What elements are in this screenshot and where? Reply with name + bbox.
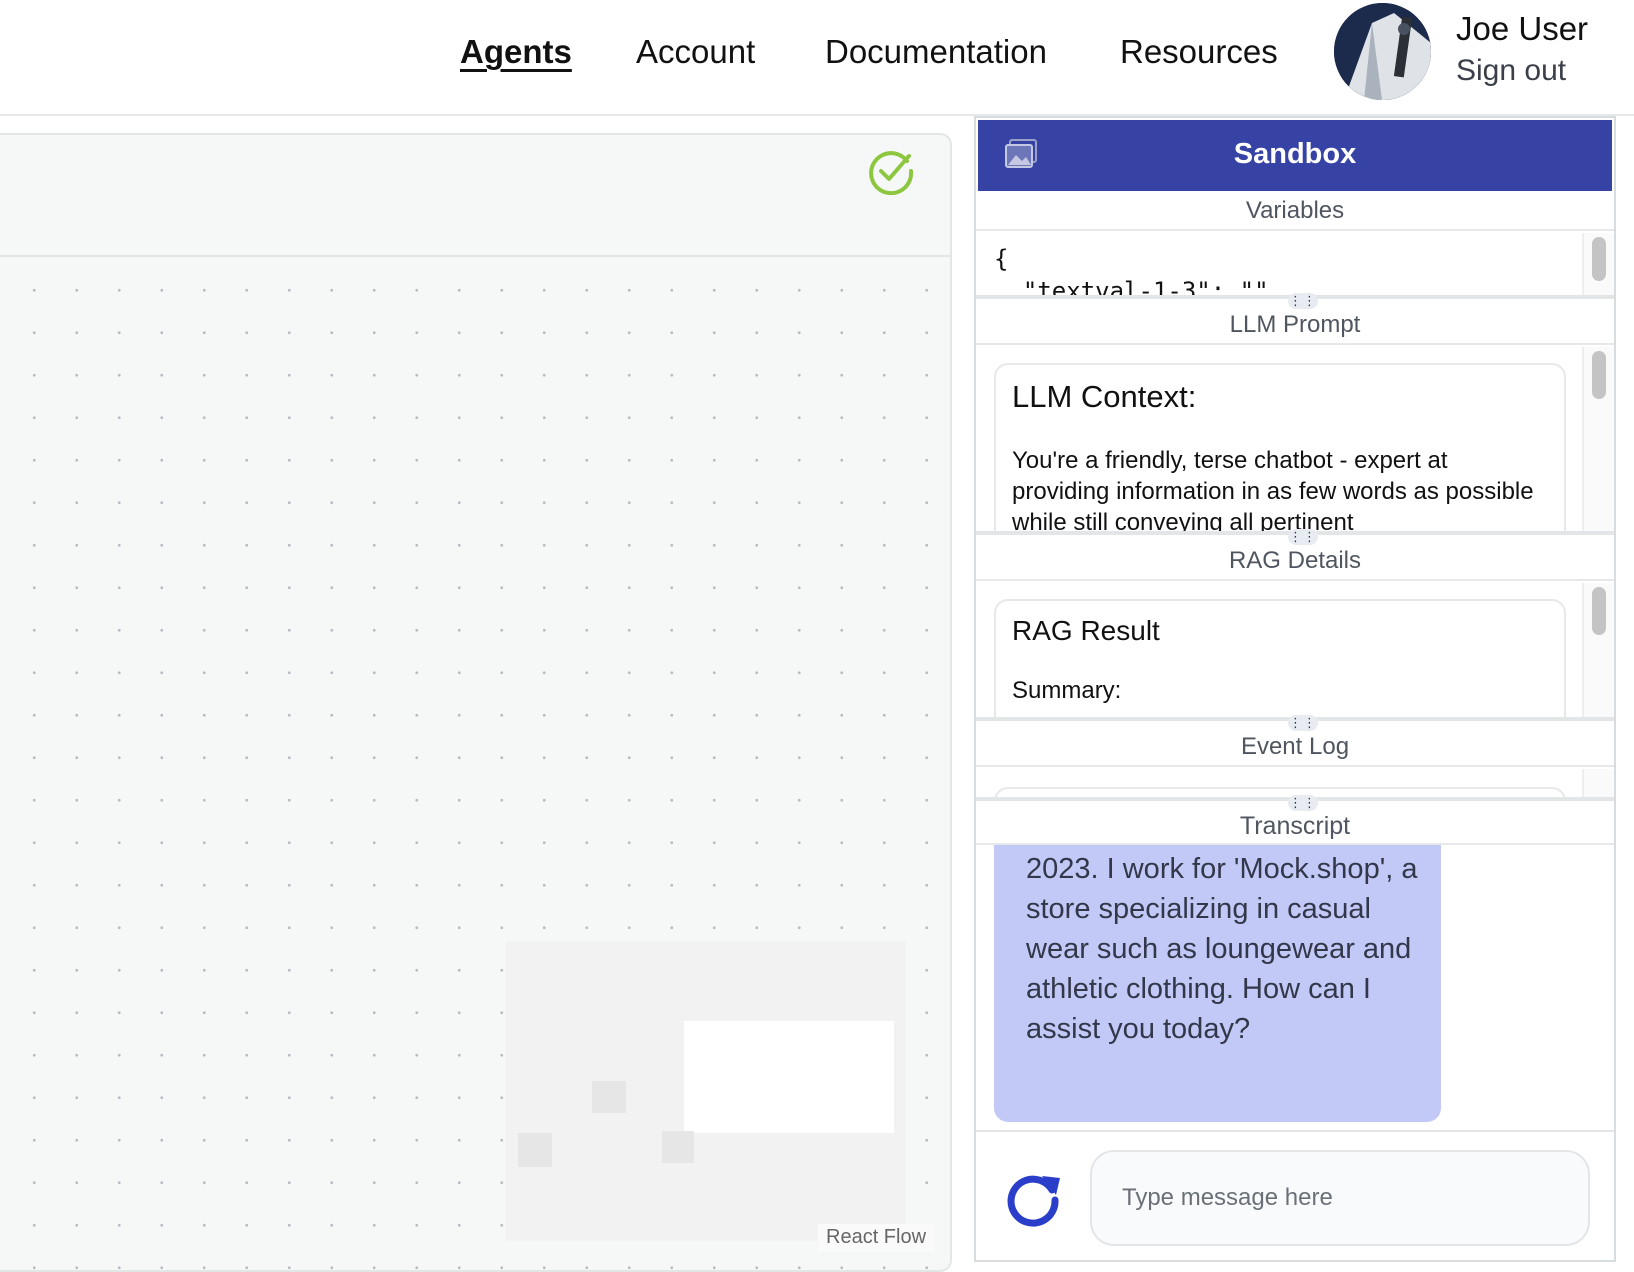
sandbox-header: Sandbox (978, 120, 1612, 191)
minimap-node (518, 1133, 552, 1167)
llm-prompt-section: LLM Prompt LLM Context: You're a friendl… (976, 305, 1614, 535)
refresh-icon[interactable] (1004, 1168, 1064, 1228)
llm-context-body: You're a friendly, terse chatbot - exper… (1012, 447, 1534, 535)
sandbox-panel: Sandbox Variables { "textval-1-3": "" ⋮⋮… (974, 116, 1616, 1262)
message-input-bar (976, 1130, 1614, 1260)
llm-context-card: LLM Context: You're a friendly, terse ch… (994, 363, 1566, 535)
rag-details-title: RAG Details (976, 541, 1614, 581)
avatar[interactable] (1334, 3, 1431, 100)
flow-canvas[interactable]: React Flow (0, 133, 952, 1272)
sign-out-link[interactable]: Sign out (1456, 54, 1566, 88)
transcript-title: Transcript (976, 807, 1614, 845)
resize-handle[interactable]: ⋮⋮ (1288, 795, 1318, 811)
variables-line: "textval-1-3": "" (994, 277, 1269, 299)
minimap-node (592, 1081, 626, 1113)
canvas-toolbar (0, 135, 950, 257)
resize-handle[interactable]: ⋮⋮ (1288, 715, 1318, 731)
nav-link-agents[interactable]: Agents (460, 30, 572, 74)
check-circle-icon[interactable] (867, 147, 915, 195)
event-log-title: Event Log (976, 727, 1614, 767)
nav-link-documentation[interactable]: Documentation (825, 30, 1047, 74)
llm-prompt-scrollbar[interactable] (1582, 347, 1614, 531)
llm-context-heading: LLM Context: (1012, 379, 1197, 414)
llm-prompt-title: LLM Prompt (976, 305, 1614, 345)
nav-link-resources[interactable]: Resources (1120, 30, 1278, 74)
minimap-node (662, 1131, 694, 1163)
minimap-viewport[interactable] (684, 1021, 894, 1133)
top-nav-bar: Agents Account Documentation Resources J… (0, 0, 1634, 116)
rag-summary-label: Summary: (1012, 677, 1122, 704)
user-name: Joe User (1456, 10, 1589, 47)
event-log-card (994, 787, 1566, 797)
event-log-scrollbar[interactable] (1582, 769, 1614, 797)
rag-details-section: RAG Details RAG Result Summary: (976, 541, 1614, 721)
react-flow-attribution[interactable]: React Flow (818, 1224, 935, 1251)
message-input[interactable] (1090, 1150, 1590, 1246)
assistant-message-bubble: 2023. I work for 'Mock.shop', a store sp… (994, 845, 1441, 1122)
rag-scrollbar[interactable] (1582, 583, 1614, 717)
resize-handle[interactable]: ⋮⋮ (1288, 529, 1318, 545)
variables-scrollbar[interactable] (1582, 233, 1614, 295)
rag-result-card: RAG Result Summary: (994, 599, 1566, 717)
event-log-section: Event Log (976, 727, 1614, 801)
rag-result-heading: RAG Result (1012, 615, 1160, 646)
variables-title: Variables (976, 191, 1614, 231)
variables-line: { (994, 245, 1009, 273)
variables-section: Variables { "textval-1-3": "" (976, 191, 1614, 299)
nav-link-account[interactable]: Account (636, 30, 755, 74)
resize-handle[interactable]: ⋮⋮ (1288, 293, 1318, 309)
sandbox-title: Sandbox (1233, 138, 1357, 170)
minimap[interactable] (506, 941, 906, 1241)
assistant-message-text: 2023. I work for 'Mock.shop', a store sp… (1026, 853, 1418, 1045)
